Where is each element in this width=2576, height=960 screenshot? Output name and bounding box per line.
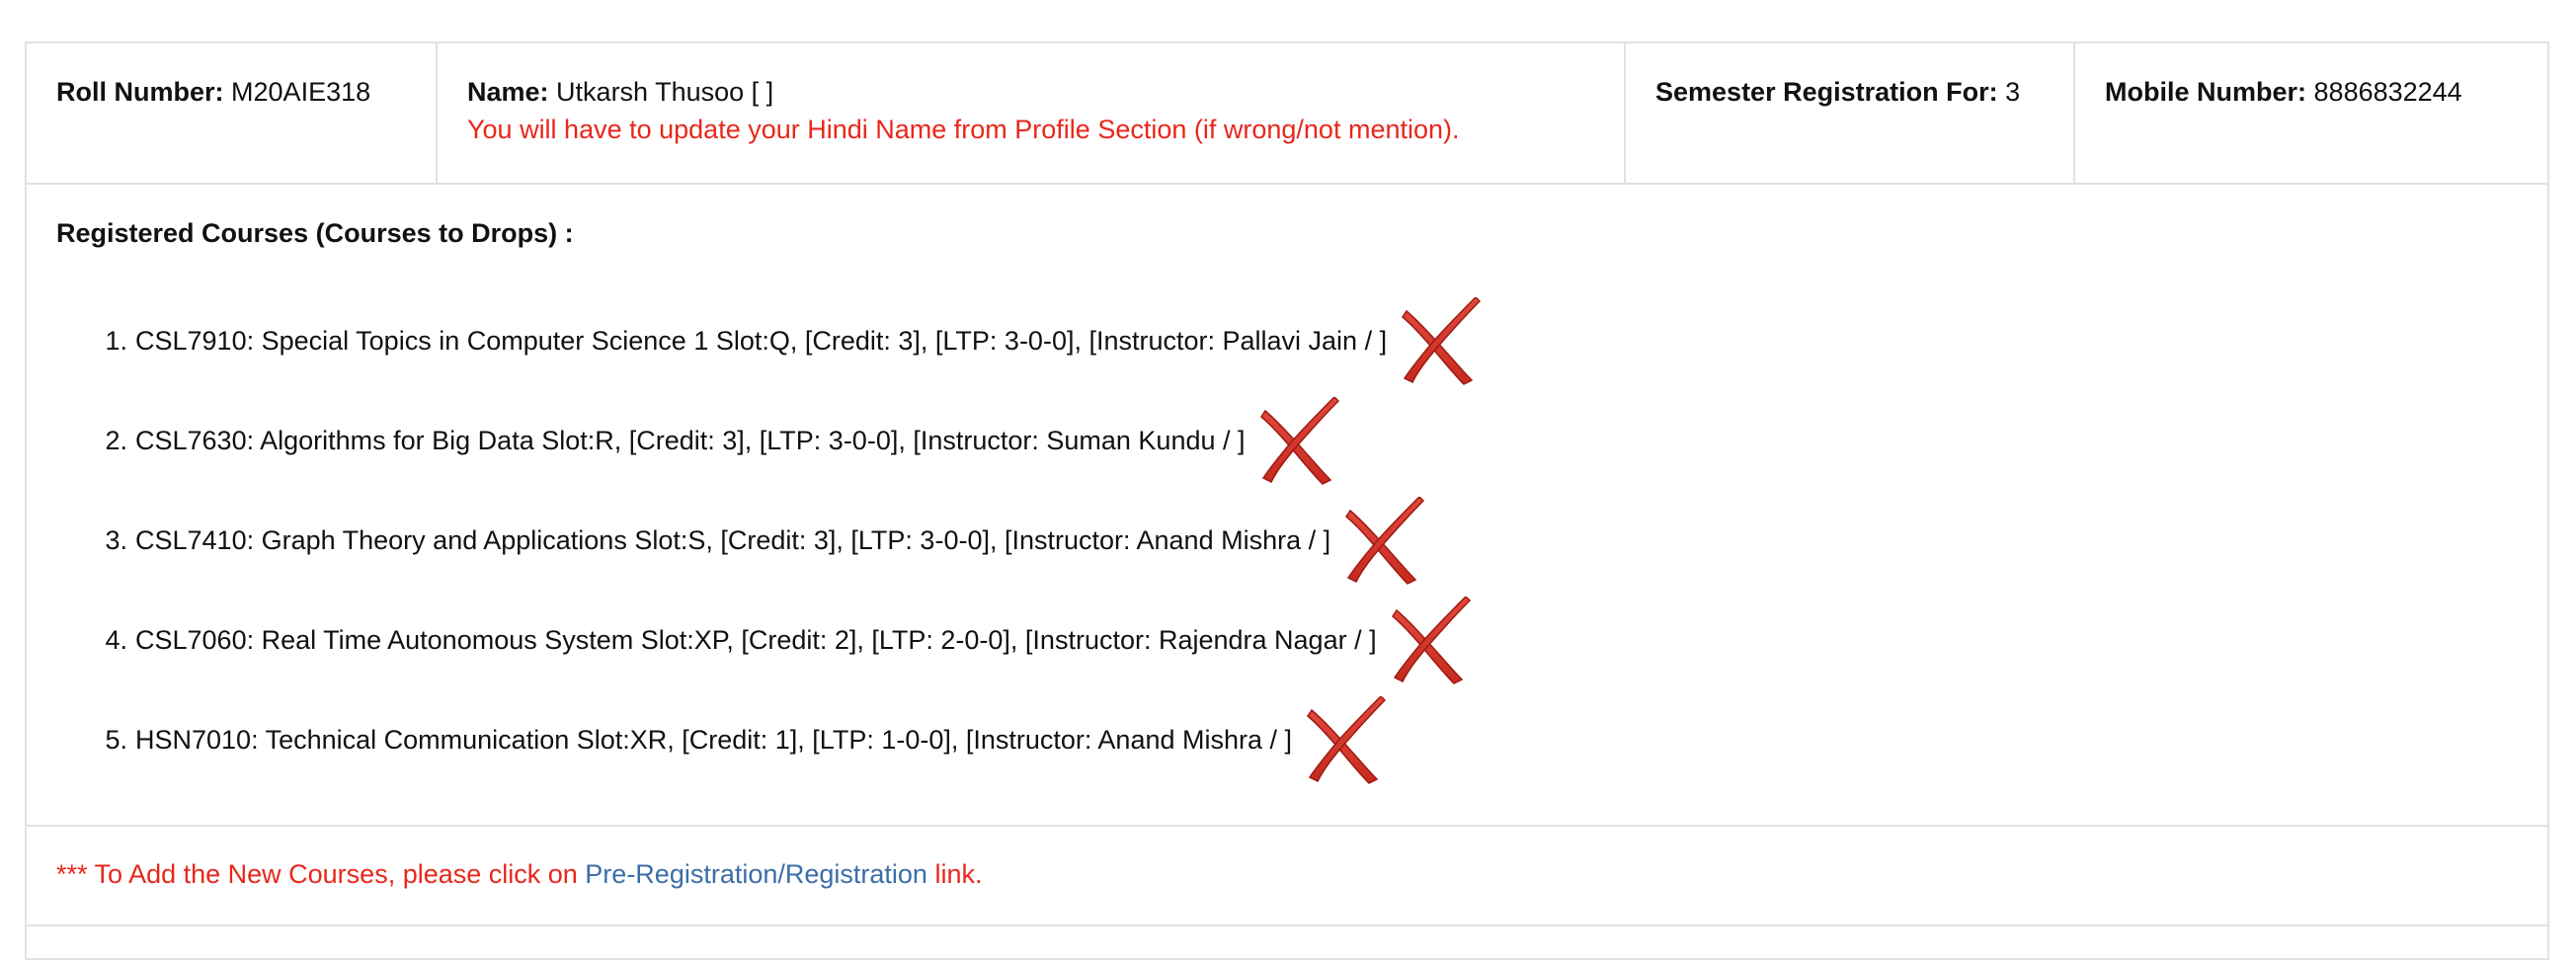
add-courses-note: *** To Add the New Courses, please click…	[56, 859, 982, 890]
course-description: CSL7910: Special Topics in Computer Scie…	[135, 326, 1388, 356]
course-item: 4. CSL7060: Real Time Autonomous System …	[27, 591, 1488, 690]
drop-x-icon[interactable]	[1387, 596, 1478, 685]
course-number: 4.	[105, 625, 127, 655]
drop-x-icon[interactable]	[1302, 695, 1393, 785]
mobile-cell: Mobile Number: 8886832244	[2075, 43, 2547, 183]
registered-courses-heading: Registered Courses (Courses to Drops) :	[56, 218, 574, 248]
course-number: 2.	[105, 426, 127, 455]
name-label: Name:	[467, 77, 549, 107]
name-cell: Name: Utkarsh Thusoo [ ] You will have t…	[438, 43, 1626, 183]
student-info-row: Roll Number: M20AIE318 Name: Utkarsh Thu…	[27, 43, 2547, 185]
drop-x-icon[interactable]	[1397, 296, 1488, 386]
name-value: Utkarsh Thusoo [ ]	[556, 77, 774, 107]
course-description: CSL7630: Algorithms for Big Data Slot:R,…	[135, 426, 1246, 455]
course-item: 1. CSL7910: Special Topics in Computer S…	[27, 291, 1488, 391]
mobile-label: Mobile Number:	[2105, 77, 2307, 107]
course-item: 3. CSL7410: Graph Theory and Application…	[27, 491, 1488, 591]
semester-value: 3	[2005, 77, 2021, 107]
course-description: CSL7410: Graph Theory and Applications S…	[135, 525, 1331, 555]
roll-number-label: Roll Number:	[56, 77, 224, 107]
registration-panel: Roll Number: M20AIE318 Name: Utkarsh Thu…	[25, 41, 2549, 960]
mobile-value: 8886832244	[2313, 77, 2462, 107]
course-number: 3.	[105, 525, 127, 555]
course-number: 1.	[105, 326, 127, 356]
add-courses-prefix: *** To Add the New Courses, please click…	[56, 859, 586, 889]
registered-courses-section: Registered Courses (Courses to Drops) : …	[27, 185, 2547, 827]
semester-label: Semester Registration For:	[1655, 77, 1998, 107]
course-item: 5. HSN7010: Technical Communication Slot…	[27, 690, 1488, 790]
add-courses-suffix: link.	[926, 859, 983, 889]
course-list: 1. CSL7910: Special Topics in Computer S…	[27, 291, 1488, 790]
course-number: 5.	[105, 725, 127, 755]
roll-number-value: M20AIE318	[231, 77, 371, 107]
drop-x-icon[interactable]	[1340, 496, 1431, 586]
course-description: HSN7010: Technical Communication Slot:XR…	[135, 725, 1293, 755]
drop-x-icon[interactable]	[1255, 396, 1346, 486]
bottom-divider	[27, 924, 2547, 926]
hindi-name-warning: You will have to update your Hindi Name …	[467, 115, 1460, 144]
pre-registration-link[interactable]: Pre-Registration/Registration	[585, 859, 927, 889]
course-item: 2. CSL7630: Algorithms for Big Data Slot…	[27, 391, 1488, 491]
roll-number-cell: Roll Number: M20AIE318	[27, 43, 438, 183]
semester-cell: Semester Registration For: 3	[1626, 43, 2075, 183]
course-description: CSL7060: Real Time Autonomous System Slo…	[135, 625, 1377, 655]
